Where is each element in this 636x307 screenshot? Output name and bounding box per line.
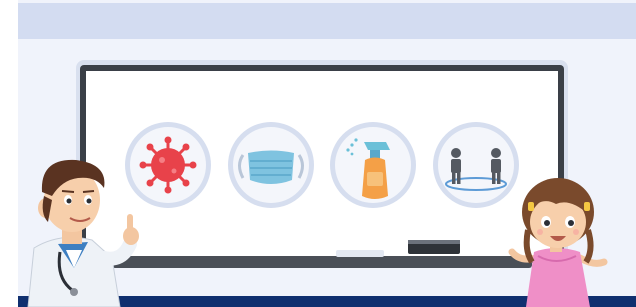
face-mask-icon [228, 122, 314, 208]
whiteboard-tray [112, 256, 532, 268]
classroom-illustration [0, 0, 636, 307]
illustration-canvas [0, 0, 636, 307]
virus-icon [125, 122, 211, 208]
spray-bottle-icon [330, 122, 416, 208]
wall-top-band [18, 3, 636, 39]
marker [336, 250, 384, 257]
social-distancing-icon [433, 122, 519, 208]
